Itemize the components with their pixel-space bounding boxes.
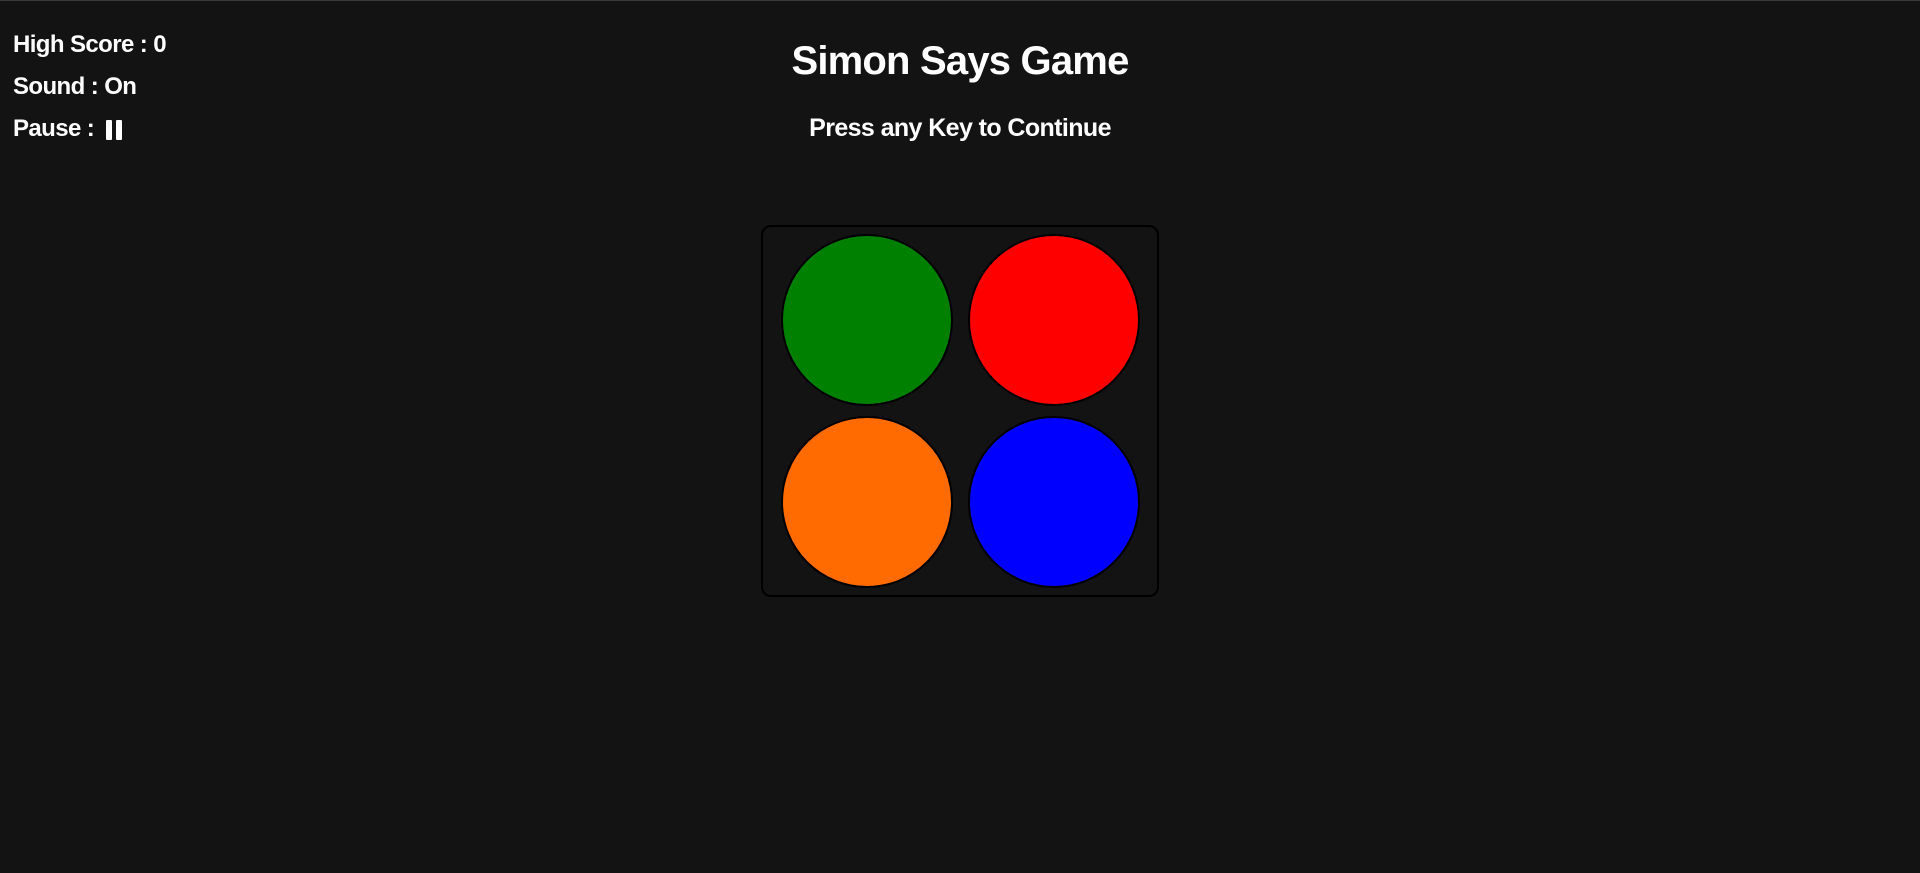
red-pad-button[interactable] bbox=[968, 234, 1140, 406]
blue-pad-button[interactable] bbox=[968, 416, 1140, 588]
page-title: Simon Says Game bbox=[791, 39, 1129, 83]
green-pad-button[interactable] bbox=[781, 234, 953, 406]
orange-pad-button[interactable] bbox=[781, 416, 953, 588]
game-page: High Score : 0 Sound : On Pause : Simon … bbox=[0, 0, 1920, 873]
game-board bbox=[761, 225, 1159, 597]
instruction-text: Press any Key to Continue bbox=[809, 114, 1111, 142]
